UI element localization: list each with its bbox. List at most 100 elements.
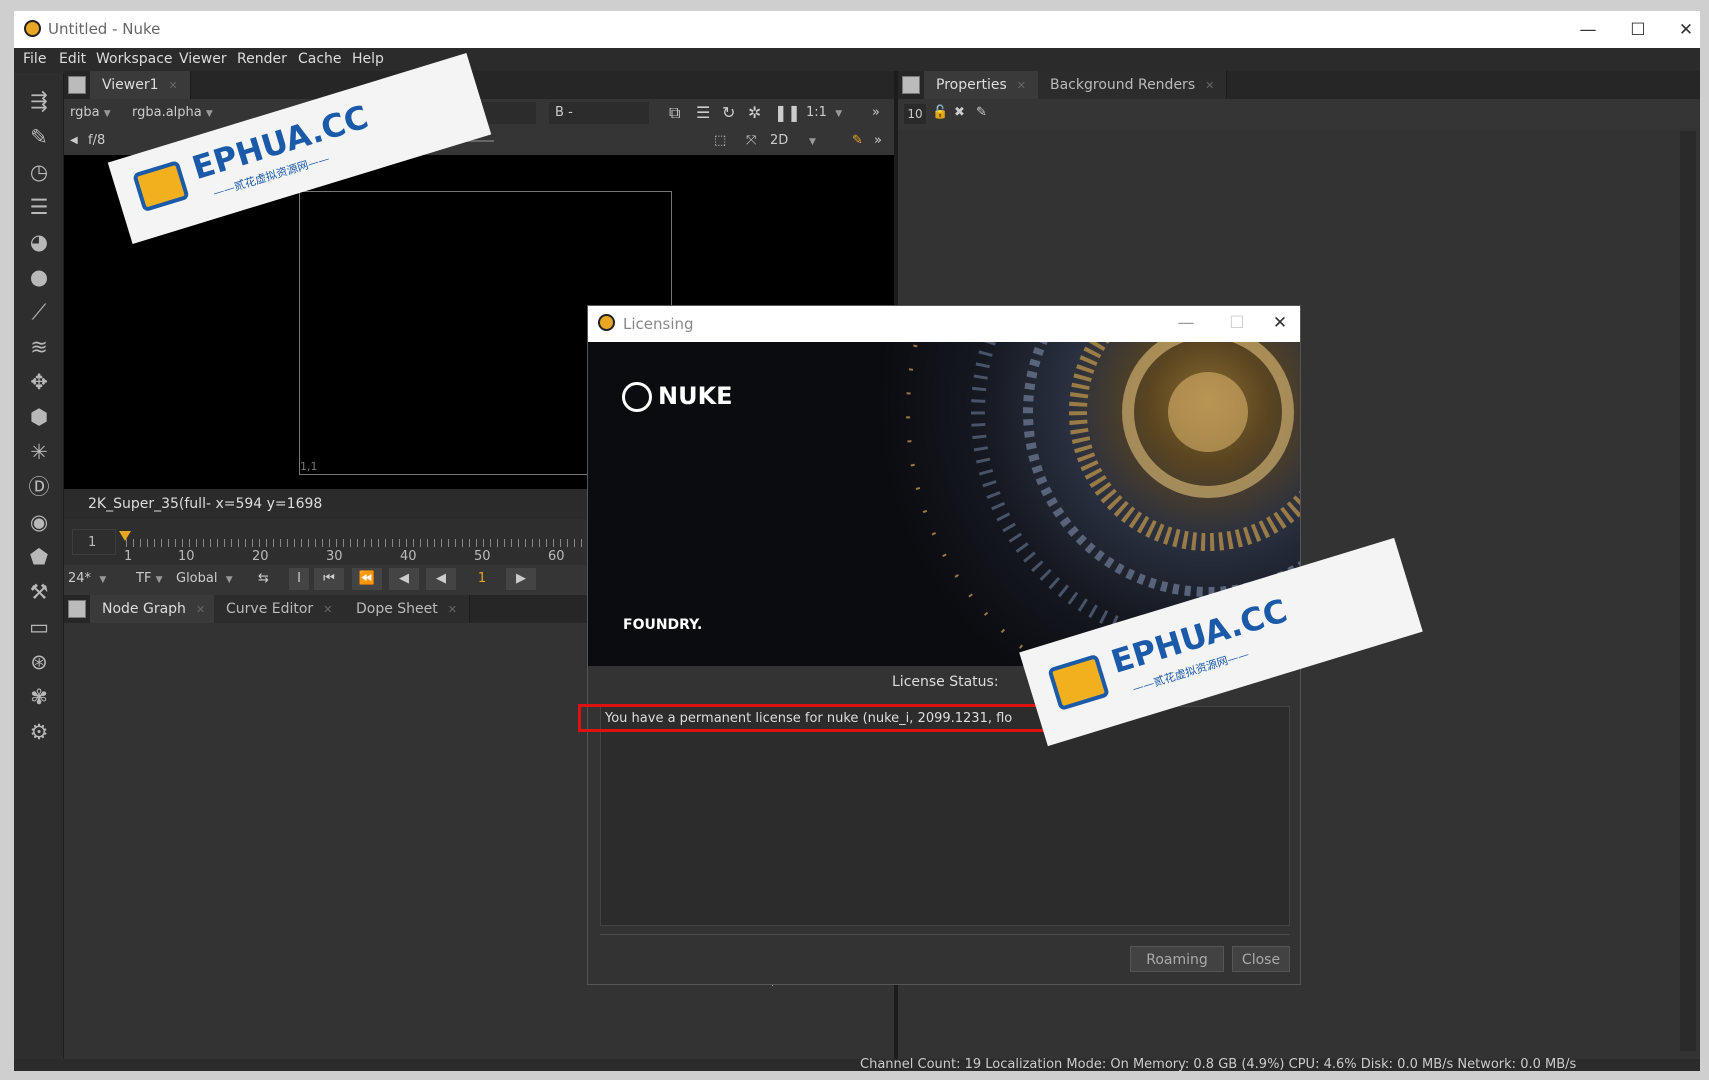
playhead-icon[interactable] <box>119 531 131 541</box>
zoom-dropdown[interactable]: 1:1 ▼ <box>806 102 856 124</box>
menu-viewer[interactable]: Viewer <box>179 51 227 67</box>
color-tool-icon[interactable]: ◕ <box>25 228 53 256</box>
fps-dropdown[interactable]: 24* ▼ <box>68 568 128 590</box>
pen-icon[interactable]: ✎ <box>852 130 868 152</box>
pause-icon[interactable]: ❚❚ <box>774 102 801 124</box>
tab-properties[interactable]: Properties ✕ <box>924 71 1039 99</box>
tab-curve-editor-label: Curve Editor <box>226 601 314 617</box>
menu-file[interactable]: File <box>23 51 46 67</box>
menu-cache[interactable]: Cache <box>298 51 342 67</box>
edit-icon[interactable]: ✎ <box>976 102 992 124</box>
in-point-icon[interactable]: I <box>289 568 309 590</box>
channels-dropdown[interactable]: rgba ▼ <box>70 102 125 124</box>
tab-node-graph-label: Node Graph <box>102 601 186 617</box>
prev-frame-icon[interactable]: ◀ <box>389 568 419 590</box>
fstop-value[interactable]: f/8 <box>88 130 118 152</box>
current-frame[interactable]: 1 <box>462 568 502 590</box>
close-tab-icon[interactable]: ✕ <box>196 603 205 616</box>
close-tab-icon[interactable]: ✕ <box>1017 79 1026 92</box>
view-mode-value: 2D <box>770 133 789 148</box>
filter-tool-icon[interactable]: ● <box>25 263 53 291</box>
close-tab-icon[interactable]: ✕ <box>1205 79 1214 92</box>
loop-icon[interactable]: ⇆ <box>258 568 280 590</box>
refresh-icon[interactable]: ↻ <box>722 102 742 124</box>
dialog-maximize-button[interactable]: ☐ <box>1217 310 1257 336</box>
pane-menu-icon[interactable] <box>68 76 86 94</box>
close-button[interactable]: ✕ <box>1666 17 1700 43</box>
tab-dope-sheet[interactable]: Dope Sheet ✕ <box>344 595 470 623</box>
particles-tool-icon[interactable]: ✳ <box>25 438 53 466</box>
input-b-dropdown[interactable]: B - <box>549 102 649 124</box>
close-tab-icon[interactable]: ✕ <box>169 79 178 92</box>
maximize-button[interactable]: ☐ <box>1618 17 1658 43</box>
tab-viewer1[interactable]: Viewer1 ✕ <box>90 71 191 99</box>
license-status-box[interactable] <box>600 706 1290 926</box>
input-b-value: - <box>568 105 573 120</box>
minimize-button[interactable]: — <box>1568 17 1608 43</box>
first-frame-icon[interactable]: ⏮ <box>314 568 344 590</box>
roaming-button[interactable]: Roaming <box>1130 946 1224 972</box>
views-tool-icon[interactable]: ◉ <box>25 508 53 536</box>
lock-icon[interactable]: 🔓 <box>932 102 948 124</box>
merge-tool-icon[interactable]: ≋ <box>25 333 53 361</box>
roi-icon[interactable]: ✲ <box>748 102 768 124</box>
dialog-close-button[interactable]: ✕ <box>1260 310 1300 336</box>
airtools-tool-icon[interactable]: ✾ <box>25 683 53 711</box>
tab-background-renders[interactable]: Background Renders ✕ <box>1038 71 1228 99</box>
tab-curve-editor[interactable]: Curve Editor ✕ <box>214 595 346 623</box>
close-tab-icon[interactable]: ✕ <box>448 603 457 616</box>
expand-controls-icon[interactable]: » <box>872 102 888 124</box>
menu-workspace[interactable]: Workspace <box>96 51 173 67</box>
draw-tool-icon[interactable]: ✎ <box>25 123 53 151</box>
dialog-minimize-button[interactable]: — <box>1166 310 1206 336</box>
properties-tab-bar: Properties ✕ Background Renders ✕ <box>898 71 1700 99</box>
pane-menu-icon[interactable] <box>902 76 920 94</box>
properties-scrollbar[interactable] <box>1680 131 1696 1051</box>
view-mode-dropdown[interactable]: 2D ▼ <box>770 130 840 152</box>
tf-dropdown[interactable]: TF ▼ <box>136 568 168 590</box>
fstop-decrease-icon[interactable]: ◀ <box>70 130 82 152</box>
nuke-app-icon <box>24 20 41 37</box>
alpha-dropdown[interactable]: rgba.alpha ▼ <box>132 102 227 124</box>
dialog-title-bar: Licensing — ☐ ✕ <box>588 306 1300 342</box>
other-tool-icon[interactable]: ▭ <box>25 613 53 641</box>
deep-tool-icon[interactable]: Ⓓ <box>25 473 53 501</box>
tab-node-graph[interactable]: Node Graph ✕ <box>90 595 219 623</box>
nuke-app-icon <box>598 314 615 331</box>
channel-tool-icon[interactable]: ☰ <box>25 193 53 221</box>
image-tool-icon[interactable]: ⇶ <box>25 87 53 115</box>
menu-render[interactable]: Render <box>237 51 287 67</box>
window-title: Untitled - Nuke <box>48 20 161 38</box>
clear-panels-icon[interactable]: ✖ <box>954 102 970 124</box>
menu-help[interactable]: Help <box>352 51 384 67</box>
3d-tool-icon[interactable]: ⬢ <box>25 403 53 431</box>
menu-edit[interactable]: Edit <box>59 51 86 67</box>
expand-controls-icon[interactable]: » <box>874 130 890 152</box>
properties-toolbar: 10 🔓 ✖ ✎ <box>898 99 1700 129</box>
license-status-label: License Status: <box>892 674 999 690</box>
tab-viewer1-label: Viewer1 <box>102 77 159 93</box>
keyer-tool-icon[interactable]: ⟋ <box>25 298 53 326</box>
close-tab-icon[interactable]: ✕ <box>323 603 332 616</box>
max-panels-field[interactable]: 10 <box>904 104 926 124</box>
play-backward-icon[interactable]: ◀ <box>426 568 456 590</box>
furnace-tool-icon[interactable]: ⊛ <box>25 648 53 676</box>
pane-menu-icon[interactable] <box>68 600 86 618</box>
gl-icon[interactable]: ⤧ <box>746 130 766 152</box>
global-dropdown[interactable]: Global ▼ <box>176 568 241 590</box>
dialog-close-text-button[interactable]: Close <box>1232 946 1290 972</box>
wipe-icon[interactable]: ☰ <box>696 102 716 124</box>
metadata-tool-icon[interactable]: ⬟ <box>25 543 53 571</box>
toolsets-tool-icon[interactable]: ⚒ <box>25 578 53 606</box>
compare-icon[interactable]: ⧉ <box>669 102 689 124</box>
tick-label: 60 <box>548 549 565 564</box>
tick-label: 20 <box>252 549 269 564</box>
time-tool-icon[interactable]: ◷ <box>25 158 53 186</box>
tab-background-renders-label: Background Renders <box>1050 77 1196 93</box>
play-forward-icon[interactable]: ▶ <box>506 568 536 590</box>
gear-tool-icon[interactable]: ⚙ <box>25 718 53 746</box>
transform-tool-icon[interactable]: ✥ <box>25 368 53 396</box>
roi-box-icon[interactable]: ⬚ <box>714 130 734 152</box>
alpha-value: rgba.alpha <box>132 105 202 120</box>
prev-keyframe-icon[interactable]: ⏪ <box>352 568 382 590</box>
